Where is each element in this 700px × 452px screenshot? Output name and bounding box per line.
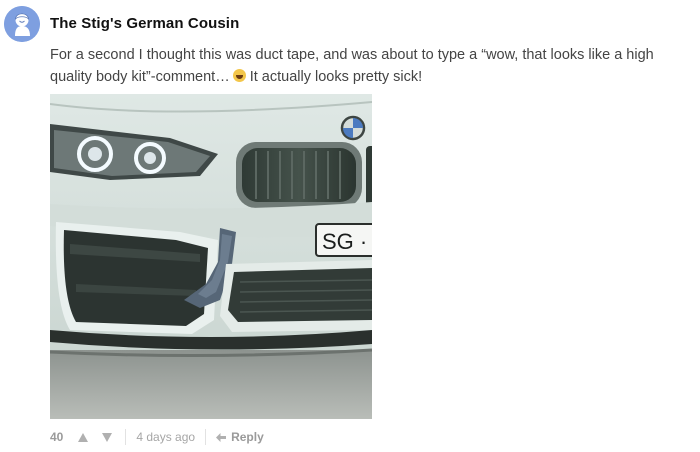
tears-of-joy-emoji-icon [232,69,246,82]
comment-author[interactable]: The Stig's German Cousin [50,15,239,32]
comment-text-part2: It actually looks pretty sick! [249,69,423,85]
reply-arrow-icon [216,432,227,442]
downvote-button[interactable] [101,431,113,443]
arrow-up-icon [78,432,89,442]
comment-body: For a second I thought this was duct tap… [50,44,662,88]
comment-meta: 40 4 days ago Reply [50,429,264,445]
comment-timestamp[interactable]: 4 days ago [136,430,195,444]
user-silhouette-icon [4,6,40,42]
comment: The Stig's German Cousin For a second I … [0,0,700,452]
arrow-down-icon [102,432,113,442]
meta-divider [205,429,207,445]
upvote-button[interactable] [77,431,89,443]
comment-image[interactable]: SG · 8 [50,94,372,419]
reply-button[interactable]: Reply [216,430,264,444]
avatar[interactable] [4,6,40,42]
bmw-front-bumper-photo: SG · 8 [50,94,372,419]
reply-label: Reply [231,430,264,444]
license-plate-text: SG · 8 [322,229,372,254]
meta-divider [125,429,127,445]
vote-score: 40 [50,430,64,444]
